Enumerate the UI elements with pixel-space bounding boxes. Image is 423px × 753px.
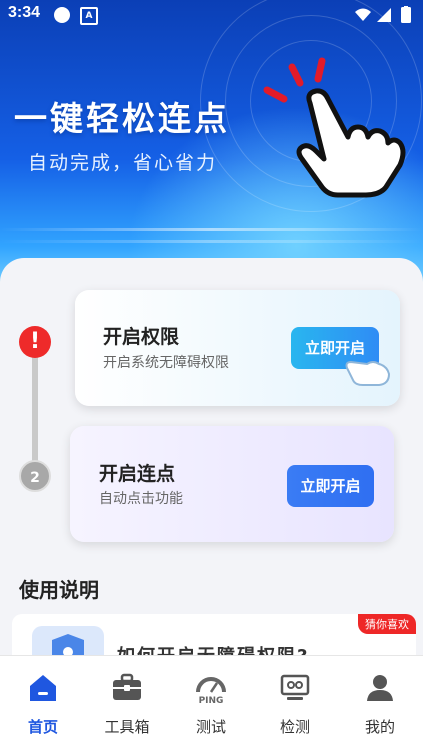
autoclick-card[interactable]: 开启连点 自动点击功能 立即开启 [70, 426, 394, 542]
light-streak [0, 228, 423, 231]
tab-home[interactable]: 首页 [1, 656, 85, 753]
font-a-icon: A [80, 7, 98, 25]
status-bar: 3:34 A [0, 0, 423, 30]
step-2-marker: 2 [19, 460, 51, 492]
status-icons [353, 6, 415, 28]
svg-text:PING: PING [199, 696, 224, 704]
tab-mine-label: 我的 [364, 718, 395, 736]
light-streak [0, 240, 423, 243]
bottom-tab-bar: 首页 工具箱 PING 测试 检测 我的 [0, 655, 423, 753]
monitor-icon [280, 674, 310, 700]
permission-card-description: 开启系统无障碍权限 [103, 355, 229, 371]
hero-banner: 3:34 A 一键轻松连点 自动完成，省心省力 [0, 0, 423, 290]
autoclick-card-title: 开启连点 [99, 463, 176, 485]
wifi-signal-battery-icon [355, 6, 411, 23]
tab-toolbox[interactable]: 工具箱 [85, 656, 169, 753]
hero-subheadline: 自动完成，省心省力 [28, 152, 218, 174]
tap-hand-icon [345, 360, 391, 386]
notification-dot-icon [54, 7, 70, 23]
tab-toolbox-label: 工具箱 [104, 718, 150, 736]
step-1-alert-icon: ! [19, 326, 51, 358]
home-icon [30, 675, 56, 701]
ping-gauge-icon: PING [196, 677, 226, 704]
tab-test[interactable]: PING 测试 [169, 656, 253, 753]
pointing-hand-icon [263, 57, 406, 198]
instructions-title: 使用说明 [19, 578, 99, 602]
hero-headline: 一键轻松连点 [14, 99, 230, 138]
tab-detect[interactable]: 检测 [253, 656, 337, 753]
tab-detect-label: 检测 [279, 718, 310, 736]
permission-card[interactable]: 开启权限 开启系统无障碍权限 立即开启 [75, 290, 400, 406]
recommend-badge: 猜你喜欢 [358, 614, 416, 634]
status-time: 3:34 [8, 4, 41, 21]
enable-autoclick-button[interactable]: 立即开启 [287, 465, 374, 507]
profile-icon [367, 675, 393, 701]
permission-card-title: 开启权限 [103, 326, 180, 348]
toolbox-icon [113, 673, 141, 700]
tab-home-label: 首页 [27, 718, 58, 736]
autoclick-card-description: 自动点击功能 [99, 491, 183, 507]
tab-mine[interactable]: 我的 [338, 656, 422, 753]
tab-test-label: 测试 [195, 718, 226, 736]
